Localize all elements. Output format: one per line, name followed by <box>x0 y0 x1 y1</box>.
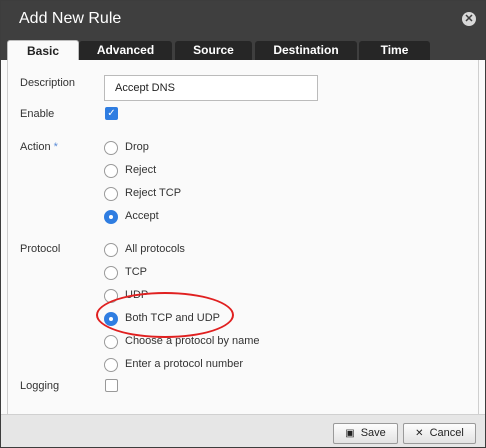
radio-button[interactable] <box>104 335 118 349</box>
radio-label: Enter a protocol number <box>125 358 244 370</box>
tab-source[interactable]: Source <box>175 41 252 60</box>
close-icon[interactable]: ✕ <box>462 12 476 26</box>
dialog-titlebar: Add New Rule ✕ Basic Advanced Source Des… <box>1 1 485 62</box>
action-label-text: Action <box>20 141 51 153</box>
tab-destination[interactable]: Destination <box>255 41 357 60</box>
required-marker: * <box>53 141 58 153</box>
dialog-footer: ▣ Save ✕ Cancel <box>1 414 485 447</box>
highlight-annotation <box>96 292 234 338</box>
cancel-button[interactable]: ✕ Cancel <box>403 423 476 444</box>
protocol-label: Protocol <box>20 243 61 255</box>
save-button-label: Save <box>360 427 386 439</box>
radio-button[interactable] <box>104 358 118 372</box>
add-rule-dialog: Add New Rule ✕ Basic Advanced Source Des… <box>0 0 486 448</box>
enable-checkbox[interactable]: ✓ <box>105 107 118 120</box>
tab-time[interactable]: Time <box>359 41 430 60</box>
radio-label: TCP <box>125 266 147 278</box>
cancel-button-label: Cancel <box>429 427 464 439</box>
radio-button[interactable] <box>104 141 118 155</box>
radio-button[interactable] <box>104 164 118 178</box>
radio-label: All protocols <box>125 243 185 255</box>
radio-label: Drop <box>125 141 149 153</box>
description-input[interactable] <box>104 75 318 101</box>
radio-label: Accept <box>125 210 159 222</box>
action-label: Action * <box>20 141 58 153</box>
x-icon: ✕ <box>415 428 424 439</box>
save-button[interactable]: ▣ Save <box>333 423 398 444</box>
radio-label: Reject <box>125 164 157 176</box>
radio-button[interactable] <box>104 266 118 280</box>
floppy-disk-icon: ▣ <box>345 428 355 439</box>
enable-label: Enable <box>20 108 55 120</box>
basic-tab-panel: Description Enable ✓ Action* Drop Reject… <box>7 60 479 415</box>
radio-button-selected[interactable] <box>104 210 118 224</box>
radio-label: Reject TCP <box>125 187 182 199</box>
tab-advanced[interactable]: Advanced <box>79 41 172 60</box>
logging-label: Logging <box>20 380 60 392</box>
description-label: Description <box>20 77 76 89</box>
logging-checkbox[interactable] <box>105 379 118 392</box>
radio-button[interactable] <box>104 187 118 201</box>
dialog-title: Add New Rule <box>19 10 122 27</box>
radio-button[interactable] <box>104 243 118 257</box>
tab-basic[interactable]: Basic <box>7 40 79 62</box>
